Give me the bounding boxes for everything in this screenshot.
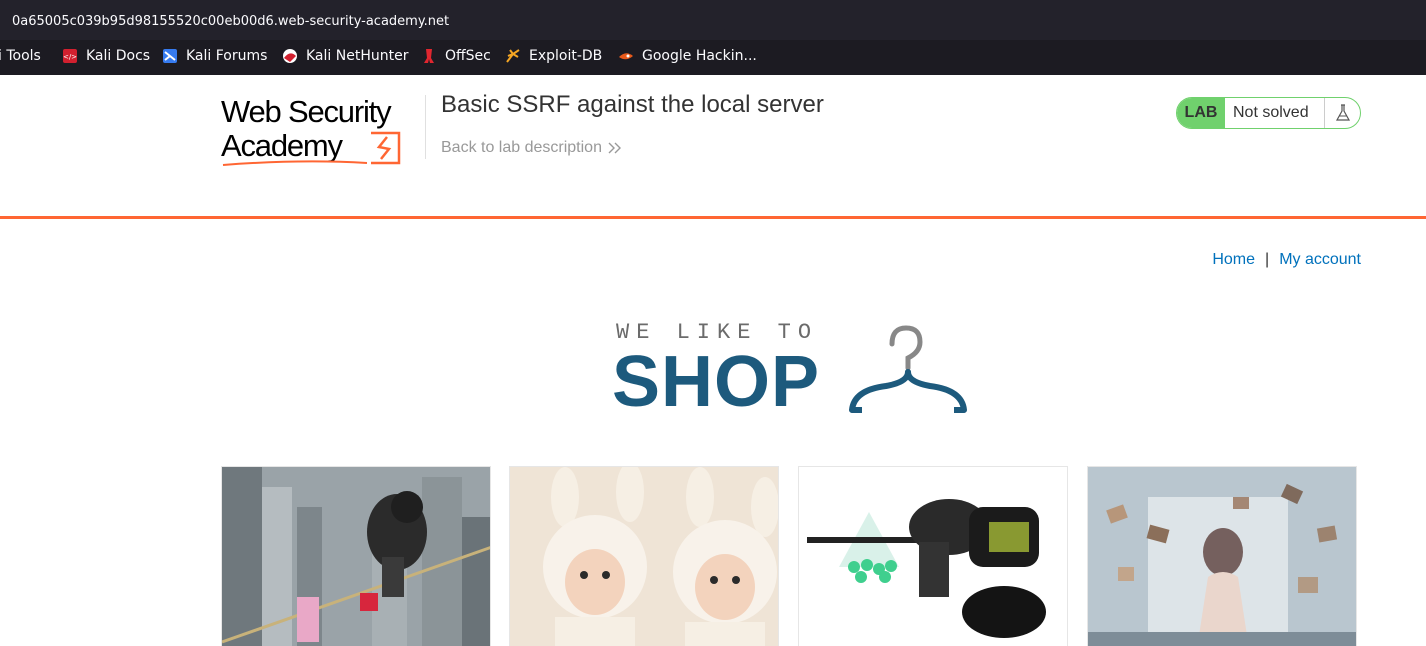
header-divider <box>425 95 426 159</box>
lab-status-text: Not solved <box>1233 104 1309 121</box>
bookmarks-bar: i Tools </> Kali Docs Kali Forums Kali N… <box>0 40 1426 75</box>
product-image-tile[interactable] <box>221 466 491 646</box>
logo-accent-icon <box>222 131 401 166</box>
bookmark-offsec[interactable]: OffSec <box>421 48 491 64</box>
double-chevron-right-icon <box>608 142 621 154</box>
kali-forums-icon <box>162 48 178 64</box>
lab-title: Basic SSRF against the local server <box>441 91 824 118</box>
clothes-hanger-icon <box>849 325 967 413</box>
logo-line1: Web Security <box>221 94 392 129</box>
product-image-tile[interactable] <box>1087 466 1357 646</box>
banner-shop-text: SHOP <box>612 342 821 422</box>
browser-url-bar[interactable]: 0a65005c039b95d98155520c00eb00d6.web-sec… <box>0 0 1426 40</box>
bookmark-label: Google Hackin... <box>642 48 757 64</box>
bookmark-kali-nethunter[interactable]: Kali NetHunter <box>282 48 408 64</box>
bookmark-kali-forums[interactable]: Kali Forums <box>162 48 267 64</box>
bookmark-label: Exploit-DB <box>529 48 603 64</box>
url-text[interactable]: 0a65005c039b95d98155520c00eb00d6.web-sec… <box>12 14 449 29</box>
web-security-academy-logo[interactable]: Web Security Academy <box>221 95 421 167</box>
offsec-icon <box>421 48 437 64</box>
flask-icon <box>1324 98 1360 128</box>
back-link-label: Back to lab description <box>441 139 602 156</box>
nav-home-link[interactable]: Home <box>1212 251 1255 268</box>
bookmark-label: Kali Forums <box>186 48 268 64</box>
lab-badge: LAB <box>1177 98 1225 128</box>
child-on-rope-over-city-image <box>222 467 490 646</box>
top-navigation: Home | My account <box>1212 251 1361 269</box>
bookmark-google-hacking[interactable]: Google Hackin... <box>618 48 757 64</box>
product-image-tile[interactable] <box>509 466 779 646</box>
babies-in-bunny-hats-image <box>510 467 778 646</box>
svg-text:</>: </> <box>63 53 77 61</box>
bookmark-label: i Tools <box>0 48 41 64</box>
exploit-db-icon <box>505 48 521 64</box>
shop-banner: WE LIKE TO SHOP <box>612 316 972 422</box>
bookmark-label: OffSec <box>445 48 491 64</box>
bookmark-exploit-db[interactable]: Exploit-DB <box>505 48 602 64</box>
lab-status-widget: LAB Not solved <box>1176 97 1361 129</box>
kali-docs-icon: </> <box>62 48 78 64</box>
nav-separator: | <box>1265 251 1270 268</box>
nav-my-account-link[interactable]: My account <box>1279 251 1361 268</box>
bookmark-kali-tools[interactable]: i Tools <box>0 48 41 64</box>
bookmark-label: Kali NetHunter <box>306 48 409 64</box>
lab-header: Web Security Academy Basic SSRF against … <box>0 75 1426 219</box>
bookmark-label: Kali Docs <box>86 48 151 64</box>
paintball-gun-image <box>799 467 1067 646</box>
back-to-lab-description-link[interactable]: Back to lab description <box>441 139 622 157</box>
kali-nethunter-icon <box>282 48 298 64</box>
product-image-tile[interactable] <box>798 466 1068 646</box>
google-hacking-icon <box>618 48 634 64</box>
bookmark-kali-docs[interactable]: </> Kali Docs <box>62 48 150 64</box>
woman-with-flying-books-image <box>1088 467 1356 646</box>
